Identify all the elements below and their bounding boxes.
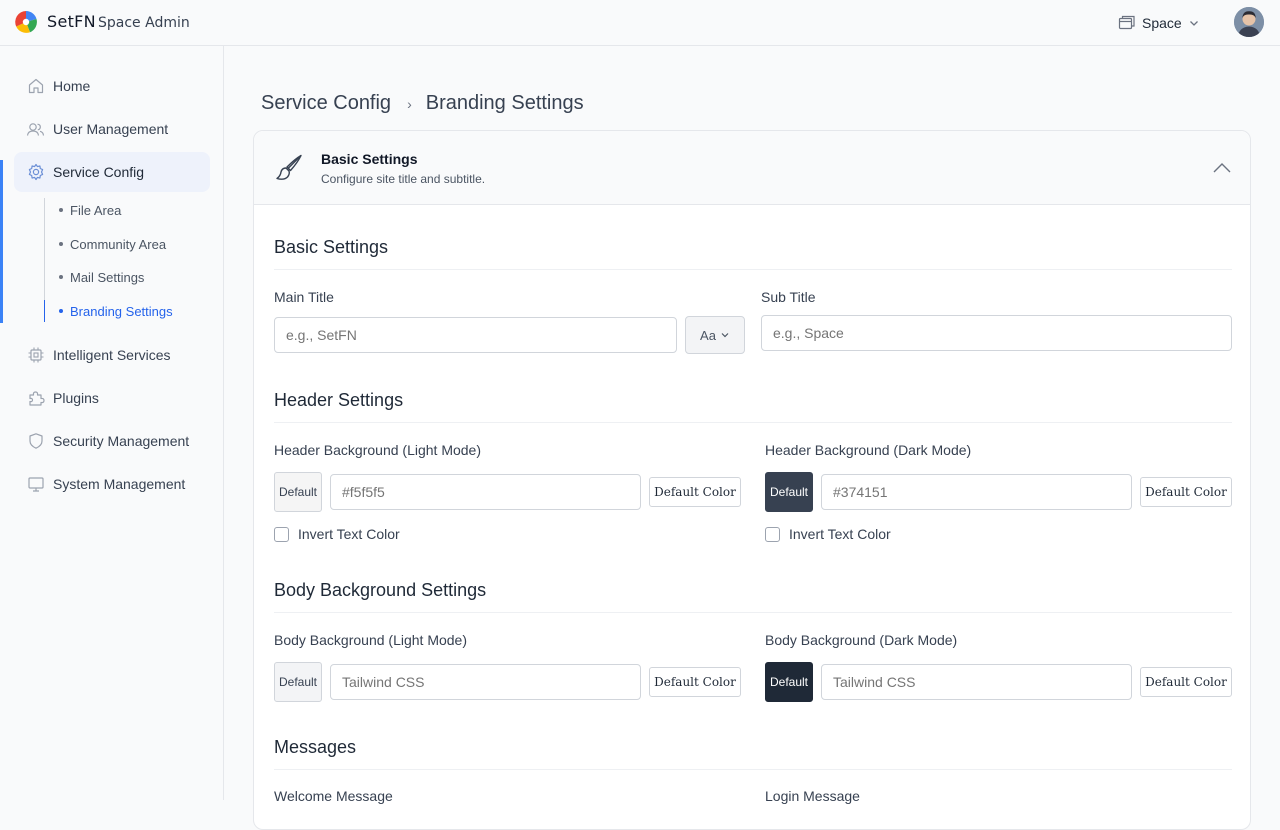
- checkbox-label: Invert Text Color: [298, 526, 400, 542]
- subitem-label: Community Area: [70, 236, 167, 252]
- sidebar: Home User Management Service Config File…: [0, 46, 224, 800]
- sidebar-item-home[interactable]: Home: [14, 66, 210, 106]
- section-title-body: Body Background Settings: [274, 580, 487, 600]
- sidebar-item-label: Intelligent Services: [53, 347, 171, 363]
- main-title-input[interactable]: [274, 317, 677, 353]
- breadcrumb-parent[interactable]: Service Config: [261, 92, 391, 115]
- checkbox-label: Invert Text Color: [789, 526, 891, 542]
- bullet-dot: [59, 309, 63, 313]
- sidebar-subitem-file-area[interactable]: File Area: [59, 200, 121, 220]
- body-dark-class-input[interactable]: [821, 664, 1132, 700]
- header-dark-color-input[interactable]: [821, 474, 1132, 510]
- breadcrumb-separator: ›: [407, 95, 412, 112]
- sidebar-subitem-branding-settings[interactable]: Branding Settings: [59, 301, 173, 321]
- header-dark-label: Header Background (Dark Mode): [765, 442, 972, 458]
- chevron-down-icon: [1189, 21, 1198, 26]
- sidebar-item-plugins[interactable]: Plugins: [14, 378, 210, 418]
- card-title: Basic Settings: [321, 151, 418, 167]
- brand-subtitle: Space Admin: [98, 15, 190, 31]
- sidebar-item-label: Home: [53, 78, 91, 94]
- sidebar-item-label: User Management: [53, 121, 169, 137]
- body-light-default-color-button[interactable]: Default Color: [649, 667, 741, 697]
- sidebar-item-system-management[interactable]: System Management: [14, 464, 210, 504]
- top-bar: SetFN Space Admin Space: [0, 0, 1280, 46]
- checkbox-box[interactable]: [765, 526, 780, 542]
- card-subtitle: Configure site title and subtitle.: [321, 172, 486, 186]
- sub-title-label: Sub Title: [761, 289, 816, 305]
- avatar-image: [1234, 7, 1264, 37]
- paintbrush-icon: [276, 154, 302, 180]
- header-dark-default-color-button[interactable]: Default Color: [1140, 477, 1232, 507]
- puzzle-icon: [26, 389, 45, 408]
- body-dark-label: Body Background (Dark Mode): [765, 632, 958, 648]
- section-divider: [274, 422, 1232, 423]
- sidebar-subitem-mail-settings[interactable]: Mail Settings: [59, 267, 144, 287]
- brand-name: SetFN: [47, 12, 96, 31]
- subitem-label: Mail Settings: [70, 269, 145, 285]
- section-divider: [274, 612, 1232, 613]
- header-dark-invert-checkbox[interactable]: Invert Text Color: [765, 526, 891, 542]
- main-title-label: Main Title: [274, 289, 334, 305]
- body-light-class-input[interactable]: [330, 664, 641, 700]
- submenu-active-line: [44, 300, 45, 322]
- header-light-default-color-button[interactable]: Default Color: [649, 477, 741, 507]
- section-title-messages: Messages: [274, 737, 357, 757]
- chevron-up-icon[interactable]: [1212, 161, 1232, 175]
- setfn-logo-icon: [15, 11, 37, 33]
- space-label: Space: [1142, 15, 1182, 31]
- section-title-basic: Basic Settings: [274, 237, 389, 257]
- section-divider: [274, 769, 1232, 770]
- sidebar-item-service-config[interactable]: Service Config: [14, 152, 210, 192]
- bullet-dot: [59, 242, 63, 246]
- monitor-icon: [26, 475, 45, 494]
- header-light-label: Header Background (Light Mode): [274, 442, 482, 458]
- subitem-label: File Area: [70, 202, 122, 218]
- sidebar-item-label: Service Config: [53, 164, 145, 180]
- bullet-dot: [59, 275, 63, 279]
- breadcrumb: Service Config › Branding Settings: [261, 92, 584, 115]
- gear-icon: [26, 163, 45, 182]
- users-icon: [26, 120, 45, 139]
- card-header[interactable]: Basic Settings Configure site title and …: [254, 131, 1250, 205]
- sidebar-item-user-management[interactable]: User Management: [14, 109, 210, 149]
- sidebar-item-label: Plugins: [53, 390, 99, 406]
- chevron-down-icon: [721, 333, 729, 338]
- branding-settings-card: Basic Settings Configure site title and …: [253, 130, 1251, 830]
- user-avatar[interactable]: [1234, 7, 1264, 37]
- font-style-button[interactable]: Aa: [685, 316, 745, 354]
- sidebar-item-security-management[interactable]: Security Management: [14, 421, 210, 461]
- sidebar-item-label: System Management: [53, 476, 186, 492]
- sidebar-item-label: Security Management: [53, 433, 190, 449]
- sidebar-item-intelligent-services[interactable]: Intelligent Services: [14, 335, 210, 375]
- breadcrumb-current: Branding Settings: [425, 92, 584, 114]
- header-light-color-input[interactable]: [330, 474, 641, 510]
- space-switcher[interactable]: Space: [1118, 12, 1200, 34]
- section-title-header: Header Settings: [274, 390, 404, 410]
- body-light-color-swatch[interactable]: Default: [274, 662, 322, 702]
- body-dark-color-swatch[interactable]: Default: [765, 662, 813, 702]
- window-icon: [1118, 15, 1135, 30]
- body-dark-default-color-button[interactable]: Default Color: [1140, 667, 1232, 697]
- bullet-dot: [59, 208, 63, 212]
- section-divider: [274, 269, 1232, 270]
- login-message-label: Login Message: [765, 788, 860, 804]
- checkbox-box[interactable]: [274, 526, 289, 542]
- shield-icon: [26, 432, 45, 451]
- welcome-message-label: Welcome Message: [274, 788, 393, 804]
- home-icon: [26, 77, 45, 96]
- sidebar-active-indicator: [0, 160, 3, 323]
- header-dark-color-swatch[interactable]: Default: [765, 472, 813, 512]
- header-light-invert-checkbox[interactable]: Invert Text Color: [274, 526, 400, 542]
- chip-icon: [26, 346, 45, 365]
- body-light-label: Body Background (Light Mode): [274, 632, 467, 648]
- sub-title-input[interactable]: [761, 315, 1232, 351]
- font-button-label: Aa: [700, 327, 716, 343]
- sidebar-subitem-community-area[interactable]: Community Area: [59, 234, 166, 254]
- header-light-color-swatch[interactable]: Default: [274, 472, 322, 512]
- subitem-label: Branding Settings: [70, 303, 173, 319]
